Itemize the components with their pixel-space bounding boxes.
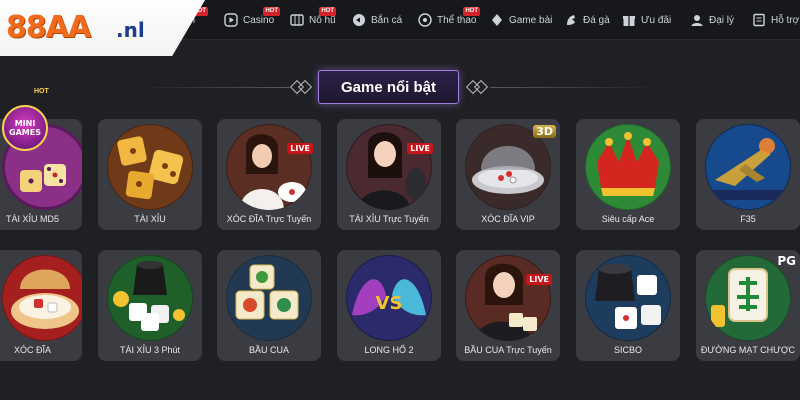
- nav-item-label: Thể thao: [437, 14, 477, 26]
- game-art: [705, 124, 791, 210]
- nav-item-uu-dai[interactable]: Ưu đãi: [622, 0, 674, 40]
- nav-menu: xywin HOT Casino HOT Nổ hũ HOT Bắn cá Th…: [170, 0, 800, 40]
- game-art: [107, 124, 193, 210]
- 3d-badge: 3D: [533, 125, 556, 138]
- nav-item-label: Game bài: [509, 14, 553, 26]
- pg-badge: PG: [777, 254, 796, 268]
- game-label: XÓC ĐĨA Trực Tuyến: [226, 214, 312, 224]
- game-label: TÀI XỈU: [134, 214, 166, 224]
- game-art: [226, 124, 312, 210]
- brand-logo[interactable]: 88AA .nl: [0, 0, 205, 56]
- game-label: LONG HỔ 2: [364, 345, 414, 355]
- game-label: F35: [740, 214, 756, 224]
- game-label: TÀI XỈU 3 Phút: [119, 345, 181, 355]
- nav-item-label: Đại lý: [709, 14, 735, 26]
- game-art: VS: [346, 255, 432, 341]
- game-label: TÀI XỈU Trực Tuyến: [349, 214, 429, 224]
- live-badge: LIVE: [287, 143, 313, 154]
- game-label: XÓC ĐĨA: [14, 345, 52, 355]
- game-card-sieu-cap-ace[interactable]: Siêu cấp Ace: [576, 119, 680, 230]
- game-card-tai-xiu-3-phut[interactable]: TÀI XỈU 3 Phút: [98, 250, 202, 361]
- nav-item-ban-ca[interactable]: Bắn cá: [352, 0, 404, 40]
- live-badge: LIVE: [407, 143, 433, 154]
- game-card-xoc-dia[interactable]: XÓC ĐĨA: [0, 250, 82, 361]
- game-label: ĐƯỜNG MẠT CHƯỢC: [700, 345, 796, 355]
- nav-item-label: Nổ hũ: [309, 14, 336, 26]
- fish-icon: [352, 13, 366, 27]
- game-label: BẦU CUA Trực Tuyến: [464, 345, 552, 355]
- game-label: XÓC ĐĨA VIP: [481, 214, 535, 224]
- heading-rule-left: [140, 87, 290, 88]
- heading-rule-right: [490, 87, 660, 88]
- mini-games-badge[interactable]: MINI GAMES: [2, 105, 48, 151]
- game-art: [585, 124, 671, 210]
- game-art: [107, 255, 193, 341]
- nav-item-label: Hỗ trợ: [771, 14, 800, 26]
- brand-name: 88AA: [6, 10, 91, 45]
- game-label: TÀI XỈU MD5: [6, 214, 60, 224]
- game-art: [465, 255, 551, 341]
- section-title: Game nổi bật: [318, 70, 459, 104]
- game-card-bau-cua-truc-tuyen[interactable]: LIVE BẦU CUA Trực Tuyến: [456, 250, 560, 361]
- nav-item-label: Casino: [243, 14, 275, 26]
- nav-item-label: Đá gà: [583, 14, 610, 26]
- section-heading: Game nổi bật: [0, 70, 800, 106]
- slot-icon: [290, 13, 304, 27]
- hot-badge: HOT: [463, 7, 480, 16]
- game-card-tai-xiu[interactable]: TÀI XỈU: [98, 119, 202, 230]
- mini-games-line1: MINI: [14, 119, 36, 128]
- nav-item-da-ga[interactable]: Đá gà: [564, 0, 610, 40]
- brand-suffix: .nl: [116, 18, 145, 42]
- cards-icon: [490, 13, 504, 27]
- game-card-bau-cua[interactable]: BẦU CUA: [217, 250, 321, 361]
- top-nav: 88AA .nl xywin HOT Casino HOT Nổ hũ HOT …: [0, 0, 800, 56]
- game-label: Siêu cấp Ace: [601, 214, 655, 224]
- game-art: [226, 255, 312, 341]
- play-icon: [224, 13, 238, 27]
- game-card-xoc-dia-vip[interactable]: 3D XÓC ĐĨA VIP: [456, 119, 560, 230]
- support-icon: [752, 13, 766, 27]
- mini-games-line2: GAMES: [9, 128, 41, 137]
- agent-icon: [690, 13, 704, 27]
- ball-icon: [418, 13, 432, 27]
- nav-item-label: Ưu đãi: [641, 14, 672, 26]
- game-art: [1, 255, 82, 341]
- game-card-f35[interactable]: F35: [696, 119, 800, 230]
- hot-badge: HOT: [319, 7, 336, 16]
- gift-icon: [622, 13, 636, 27]
- nav-item-dai-ly[interactable]: Đại lý: [690, 0, 736, 40]
- nav-item-label: Bắn cá: [371, 14, 403, 26]
- live-badge: LIVE: [526, 274, 552, 285]
- nav-item-no-hu[interactable]: Nổ hũ HOT: [290, 0, 338, 40]
- game-card-tai-xiu-truc-tuyen[interactable]: LIVE TÀI XỈU Trực Tuyến: [337, 119, 441, 230]
- game-card-duong-mat-chuoc[interactable]: PG ĐƯỜNG MẠT CHƯỢC: [696, 250, 800, 361]
- hot-badge: HOT: [263, 7, 280, 16]
- game-label: SICBO: [613, 345, 642, 355]
- game-art: [346, 124, 432, 210]
- rooster-icon: [564, 13, 578, 27]
- game-card-xoc-dia-truc-tuyen[interactable]: LIVE XÓC ĐĨA Trực Tuyến: [217, 119, 321, 230]
- svg-text:VS: VS: [376, 293, 403, 314]
- nav-item-game-bai[interactable]: Game bài: [490, 0, 552, 40]
- game-art: [585, 255, 671, 341]
- nav-item-the-thao[interactable]: Thể thao HOT: [418, 0, 480, 40]
- game-label: BẦU CUA: [248, 345, 289, 355]
- game-card-sicbo[interactable]: SICBO: [576, 250, 680, 361]
- nav-item-casino[interactable]: Casino HOT: [224, 0, 280, 40]
- game-card-long-ho-2[interactable]: VS LONG HỔ 2: [337, 250, 441, 361]
- nav-item-ho-tro[interactable]: Hỗ trợ: [752, 0, 800, 40]
- hot-badge: HOT: [34, 88, 49, 95]
